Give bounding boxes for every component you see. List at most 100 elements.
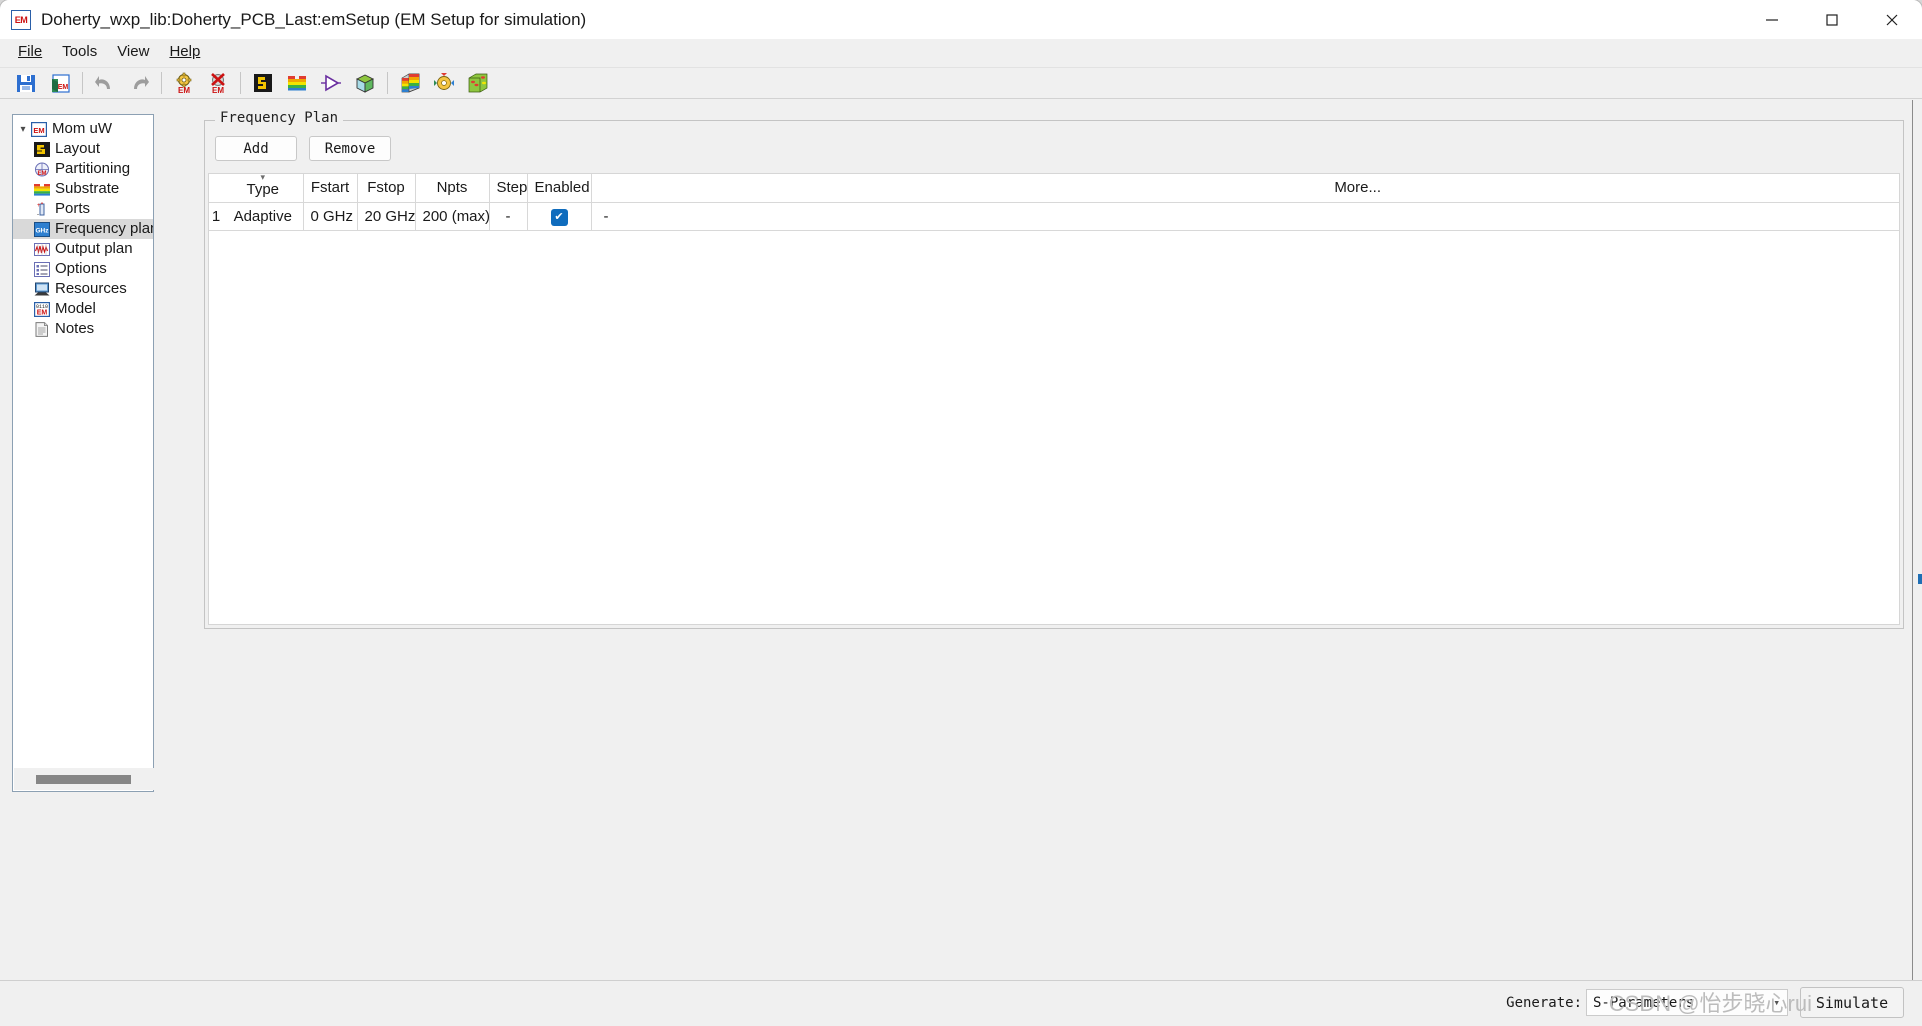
layout-icon <box>33 141 50 157</box>
sidebar-item-output-plan-label: Output plan <box>55 240 133 257</box>
title-bar: EM Doherty_wxp_lib:Doherty_PCB_Last:emSe… <box>0 0 1922 39</box>
sidebar-scrollbar-thumb[interactable] <box>36 774 131 784</box>
menu-file[interactable]: File <box>8 41 52 62</box>
setup-tree-panel: ▾ EM Mom uW Layout EM Partitioning Subst… <box>12 114 154 792</box>
menu-bar: File Tools View Help <box>0 39 1922 65</box>
generate-select-value: S-Parameters <box>1593 994 1695 1011</box>
tool-bar: EM EM EM <box>0 67 1922 99</box>
sidebar-item-resources-label: Resources <box>55 280 127 297</box>
sidebar-item-partitioning-label: Partitioning <box>55 160 131 177</box>
column-header-enabled[interactable]: Enabled <box>527 174 592 203</box>
generate-select[interactable]: S-Parameters ▾ <box>1586 989 1788 1016</box>
menu-help-label: Help <box>169 43 201 60</box>
sidebar-item-options[interactable]: Options <box>13 259 153 279</box>
output-plan-icon <box>33 241 50 257</box>
column-header-type[interactable]: ▾ Type <box>223 174 304 203</box>
em-stop-icon[interactable]: EM <box>203 69 233 97</box>
column-header-more[interactable]: More... <box>591 174 1899 203</box>
minimize-icon[interactable] <box>1742 0 1802 39</box>
sidebar-item-layout-label: Layout <box>55 140 101 157</box>
table-header-row: ▾ Type Fstart Fstop Npts Step Enabled Mo… <box>209 174 1899 203</box>
sidebar-item-model[interactable]: 0110 EM Model <box>13 299 153 319</box>
frequency-plan-title: Frequency Plan <box>215 110 344 126</box>
partitioning-icon: EM <box>33 161 50 177</box>
maximize-icon[interactable] <box>1802 0 1862 39</box>
options-icon <box>33 261 50 277</box>
setup-tree: ▾ EM Mom uW Layout EM Partitioning Subst… <box>13 115 153 763</box>
3d-view-icon[interactable] <box>350 69 380 97</box>
frequency-plan-group: Frequency Plan Add Remove ▾ Type Fstart … <box>204 110 1904 629</box>
em-simulate-icon[interactable]: EM <box>169 69 199 97</box>
main-content: Frequency Plan Add Remove ▾ Type Fstart … <box>200 110 1912 966</box>
generate-controls: Generate: S-Parameters ▾ Simulate <box>1506 987 1904 1018</box>
sidebar-horizontal-scrollbar[interactable] <box>14 768 154 790</box>
svg-text:EM: EM <box>212 86 224 94</box>
close-icon[interactable] <box>1862 0 1922 39</box>
sidebar-item-layout[interactable]: Layout <box>13 139 153 159</box>
chevron-down-icon[interactable]: ▾ <box>1773 995 1780 1008</box>
sidebar-item-substrate-label: Substrate <box>55 180 120 197</box>
frequency-plan-table: ▾ Type Fstart Fstop Npts Step Enabled Mo… <box>209 174 1899 231</box>
chevron-down-icon[interactable]: ▾ <box>16 124 30 135</box>
substrate-icon <box>33 181 50 197</box>
sidebar-item-ports-label: Ports <box>55 200 91 217</box>
menu-view[interactable]: View <box>107 41 159 62</box>
cell-fstart[interactable]: 0 GHz <box>303 202 358 231</box>
frequency-plan-actions: Add Remove <box>215 136 403 161</box>
column-header-npts[interactable]: Npts <box>415 174 490 203</box>
undo-icon[interactable] <box>90 69 120 97</box>
em-mesh-icon[interactable] <box>463 69 493 97</box>
sort-chevron-down-icon[interactable]: ▾ <box>230 174 296 181</box>
toolbar-separator-3 <box>240 72 241 94</box>
enabled-checkbox[interactable]: ✔ <box>550 208 568 226</box>
column-header-fstart[interactable]: Fstart <box>303 174 358 203</box>
menu-file-label: File <box>18 43 43 60</box>
cell-fstop[interactable]: 20 GHz <box>357 202 416 231</box>
save-em-setup-icon[interactable]: EM <box>45 69 75 97</box>
sidebar-item-partitioning[interactable]: EM Partitioning <box>13 159 153 179</box>
sidebar-item-frequency-plan-label: Frequency plan <box>55 220 153 237</box>
sidebar-item-notes-label: Notes <box>55 320 95 337</box>
right-edge-strip <box>1912 100 1922 1026</box>
window-controls <box>1742 0 1922 39</box>
em-icon: EM <box>30 121 47 137</box>
em-setup-window: EM Doherty_wxp_lib:Doherty_PCB_Last:emSe… <box>0 0 1922 1026</box>
row-index: 1 <box>209 202 223 231</box>
menu-help[interactable]: Help <box>159 41 210 62</box>
em-cosimulation-icon[interactable] <box>429 69 459 97</box>
svg-text:EM: EM <box>37 171 46 177</box>
notes-icon <box>33 321 50 337</box>
toolbar-separator-1 <box>82 72 83 94</box>
tree-root-mom-uw[interactable]: ▾ EM Mom uW <box>13 119 153 139</box>
substrate-icon[interactable] <box>282 69 312 97</box>
column-header-fstop[interactable]: Fstop <box>357 174 416 203</box>
svg-text:EM: EM <box>36 309 47 316</box>
add-button[interactable]: Add <box>215 136 297 161</box>
layout-icon[interactable] <box>248 69 278 97</box>
schematic-symbol-icon[interactable] <box>316 69 346 97</box>
column-header-type-label: Type <box>246 180 280 198</box>
simulate-button[interactable]: Simulate <box>1800 987 1904 1018</box>
menu-tools-label: Tools <box>62 43 98 60</box>
cell-type[interactable]: Adaptive <box>223 202 304 231</box>
sidebar-item-output-plan[interactable]: Output plan <box>13 239 153 259</box>
sidebar-item-ports[interactable]: + - Ports <box>13 199 153 219</box>
cell-npts[interactable]: 200 (max) <box>415 202 490 231</box>
save-icon[interactable] <box>11 69 41 97</box>
sidebar-item-notes[interactable]: Notes <box>13 319 153 339</box>
sidebar-item-substrate[interactable]: Substrate <box>13 179 153 199</box>
app-em-icon: EM <box>11 9 31 30</box>
svg-text:EM: EM <box>178 86 190 94</box>
cell-enabled[interactable]: ✔ <box>527 202 592 231</box>
table-row[interactable]: 1 Adaptive 0 GHz 20 GHz 200 (max) - ✔ - <box>209 202 1899 231</box>
sidebar-item-model-label: Model <box>55 300 96 317</box>
model-icon: 0110 EM <box>33 301 50 317</box>
remove-button[interactable]: Remove <box>309 136 391 161</box>
column-header-step[interactable]: Step <box>489 174 528 203</box>
sidebar-item-resources[interactable]: Resources <box>13 279 153 299</box>
menu-tools[interactable]: Tools <box>52 41 107 62</box>
sidebar-item-frequency-plan[interactable]: GHz Frequency plan <box>13 219 153 239</box>
3d-em-preview-icon[interactable] <box>395 69 425 97</box>
menu-view-label: View <box>117 43 150 60</box>
redo-icon[interactable] <box>124 69 154 97</box>
